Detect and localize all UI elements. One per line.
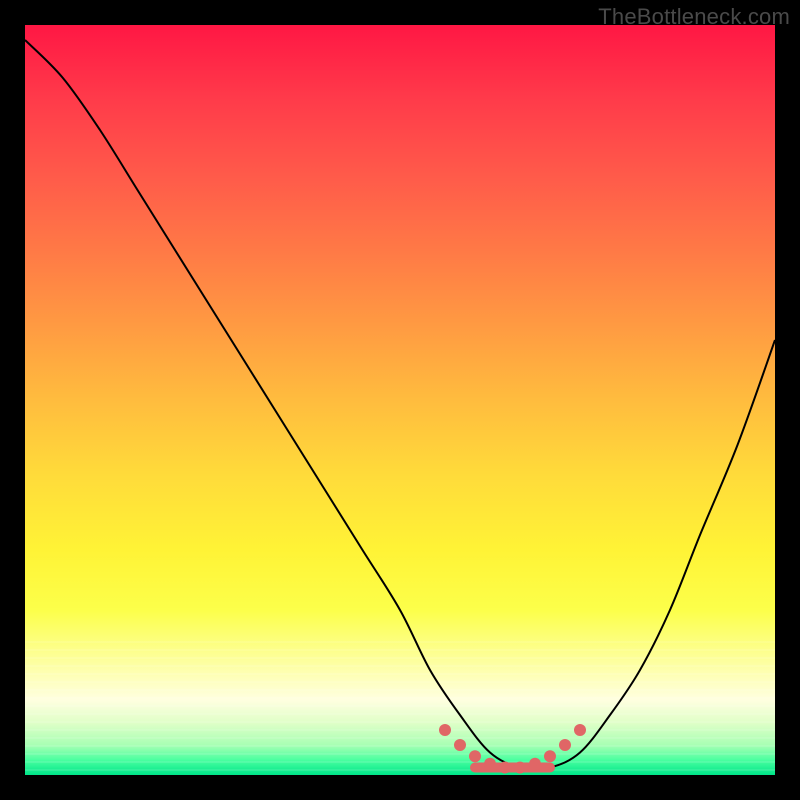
chart-frame: TheBottleneck.com xyxy=(0,0,800,800)
marker-dot xyxy=(484,758,496,770)
watermark-text: TheBottleneck.com xyxy=(598,4,790,30)
marker-dot xyxy=(529,758,541,770)
marker-dot xyxy=(454,739,466,751)
marker-dot xyxy=(574,724,586,736)
plot-area xyxy=(25,25,775,775)
bottleneck-curve-svg xyxy=(25,25,775,775)
marker-dot xyxy=(469,750,481,762)
marker-dot xyxy=(514,762,526,774)
marker-dot xyxy=(439,724,451,736)
marker-dot xyxy=(499,762,511,774)
marker-dot xyxy=(544,750,556,762)
bottleneck-curve-path xyxy=(25,40,775,769)
marker-dot xyxy=(559,739,571,751)
